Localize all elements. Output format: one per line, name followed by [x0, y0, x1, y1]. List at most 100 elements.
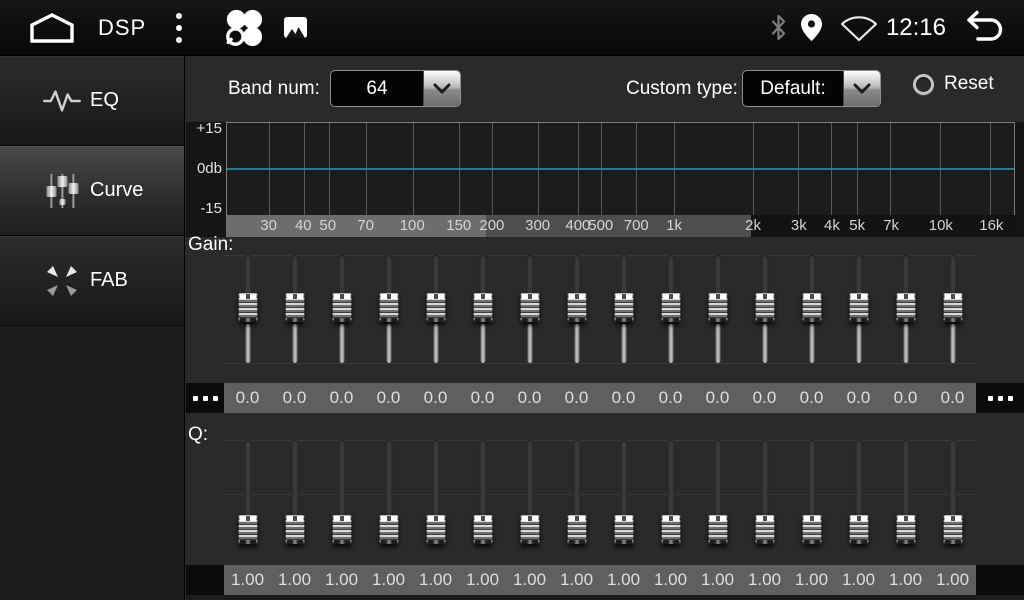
- custom-type-dropdown[interactable]: Default:: [742, 70, 881, 107]
- q-band-slider[interactable]: [788, 438, 835, 550]
- gain-band-slider[interactable]: [318, 253, 365, 365]
- scroll-left-button[interactable]: [186, 383, 224, 413]
- slider-track: [244, 440, 251, 518]
- slider-knob-icon[interactable]: [473, 515, 492, 544]
- q-value: 1.00: [365, 565, 412, 595]
- gain-band-slider[interactable]: [788, 253, 835, 365]
- gain-band-slider[interactable]: [506, 253, 553, 365]
- gallery-icon[interactable]: [284, 17, 307, 38]
- gain-band-slider[interactable]: [882, 253, 929, 365]
- slider-knob-icon[interactable]: [943, 515, 962, 544]
- slider-knob-icon[interactable]: [849, 515, 868, 544]
- gain-band-slider[interactable]: [600, 253, 647, 365]
- slider-knob-icon[interactable]: [849, 293, 868, 322]
- band-scroll-strip[interactable]: 304050701001502003004005007001k2k3k4k5k7…: [226, 215, 1015, 237]
- slider-knob-icon[interactable]: [708, 293, 727, 322]
- slider-knob-icon[interactable]: [708, 515, 727, 544]
- slider-knob-icon[interactable]: [473, 293, 492, 322]
- gain-value: 0.0: [318, 383, 365, 413]
- slider-track-lower: [339, 324, 344, 363]
- scroll-right-button[interactable]: [976, 383, 1024, 413]
- slider-knob-icon[interactable]: [614, 293, 633, 322]
- slider-track: [479, 255, 486, 295]
- slider-track-lower: [856, 324, 861, 363]
- q-band-slider[interactable]: [459, 438, 506, 550]
- q-band-slider[interactable]: [224, 438, 271, 550]
- q-value: 1.00: [835, 565, 882, 595]
- slider-knob-icon[interactable]: [802, 293, 821, 322]
- reset-radio-icon[interactable]: [913, 74, 934, 95]
- q-band-slider[interactable]: [835, 438, 882, 550]
- slider-track: [338, 255, 345, 295]
- slider-knob-icon[interactable]: [755, 293, 774, 322]
- reset-button[interactable]: Reset: [913, 73, 994, 95]
- q-sliders-row: [224, 438, 976, 550]
- gain-band-slider[interactable]: [694, 253, 741, 365]
- chevron-down-icon[interactable]: [423, 71, 460, 106]
- gain-band-slider[interactable]: [271, 253, 318, 365]
- slider-track-lower: [245, 324, 250, 363]
- slider-knob-icon[interactable]: [755, 515, 774, 544]
- slider-knob-icon[interactable]: [661, 293, 680, 322]
- slider-knob-icon[interactable]: [567, 293, 586, 322]
- q-band-slider[interactable]: [741, 438, 788, 550]
- gain-band-slider[interactable]: [412, 253, 459, 365]
- gain-band-slider[interactable]: [741, 253, 788, 365]
- slider-track-lower: [762, 324, 767, 363]
- gain-band-slider[interactable]: [553, 253, 600, 365]
- q-band-slider[interactable]: [882, 438, 929, 550]
- slider-knob-icon[interactable]: [614, 515, 633, 544]
- slider-knob-icon[interactable]: [426, 515, 445, 544]
- slider-knob-icon[interactable]: [567, 515, 586, 544]
- slider-knob-icon[interactable]: [332, 293, 351, 322]
- q-band-slider[interactable]: [600, 438, 647, 550]
- freq-tick-label: 70: [357, 215, 374, 237]
- slider-track: [620, 255, 627, 295]
- q-value: 1.00: [553, 565, 600, 595]
- q-band-slider[interactable]: [647, 438, 694, 550]
- chevron-down-icon[interactable]: [843, 71, 880, 106]
- sidebar-item-fab[interactable]: FAB: [0, 236, 184, 326]
- slider-knob-icon[interactable]: [332, 515, 351, 544]
- y-tick-label: 0db: [186, 160, 222, 177]
- slider-knob-icon[interactable]: [379, 293, 398, 322]
- slider-track: [855, 255, 862, 295]
- slider-knob-icon[interactable]: [520, 515, 539, 544]
- slider-knob-icon[interactable]: [520, 293, 539, 322]
- slider-knob-icon[interactable]: [379, 515, 398, 544]
- slider-knob-icon[interactable]: [661, 515, 680, 544]
- q-band-slider[interactable]: [553, 438, 600, 550]
- slider-knob-icon[interactable]: [943, 293, 962, 322]
- gain-band-slider[interactable]: [835, 253, 882, 365]
- slider-knob-icon[interactable]: [426, 293, 445, 322]
- gain-band-slider[interactable]: [647, 253, 694, 365]
- slider-track-lower: [950, 324, 955, 363]
- q-band-slider[interactable]: [365, 438, 412, 550]
- gain-value: 0.0: [741, 383, 788, 413]
- home-icon[interactable]: [28, 12, 76, 44]
- q-band-slider[interactable]: [929, 438, 976, 550]
- freq-tick-label: 1k: [666, 215, 682, 237]
- q-band-slider[interactable]: [506, 438, 553, 550]
- slider-knob-icon[interactable]: [896, 293, 915, 322]
- slider-knob-icon[interactable]: [238, 515, 257, 544]
- slider-knob-icon[interactable]: [896, 515, 915, 544]
- apps-launcher-icon[interactable]: [224, 8, 264, 48]
- slider-knob-icon[interactable]: [802, 515, 821, 544]
- q-band-slider[interactable]: [412, 438, 459, 550]
- sidebar-item-curve[interactable]: Curve: [0, 146, 184, 236]
- sidebar-item-eq[interactable]: EQ: [0, 56, 184, 146]
- q-band-slider[interactable]: [694, 438, 741, 550]
- slider-knob-icon[interactable]: [285, 515, 304, 544]
- back-icon[interactable]: [962, 10, 1008, 46]
- gain-band-slider[interactable]: [459, 253, 506, 365]
- q-band-slider[interactable]: [318, 438, 365, 550]
- band-num-dropdown[interactable]: 64: [330, 70, 461, 107]
- q-band-slider[interactable]: [271, 438, 318, 550]
- slider-knob-icon[interactable]: [285, 293, 304, 322]
- gain-band-slider[interactable]: [929, 253, 976, 365]
- gain-band-slider[interactable]: [365, 253, 412, 365]
- gain-band-slider[interactable]: [224, 253, 271, 365]
- slider-knob-icon[interactable]: [238, 293, 257, 322]
- overflow-menu-icon[interactable]: [172, 13, 186, 43]
